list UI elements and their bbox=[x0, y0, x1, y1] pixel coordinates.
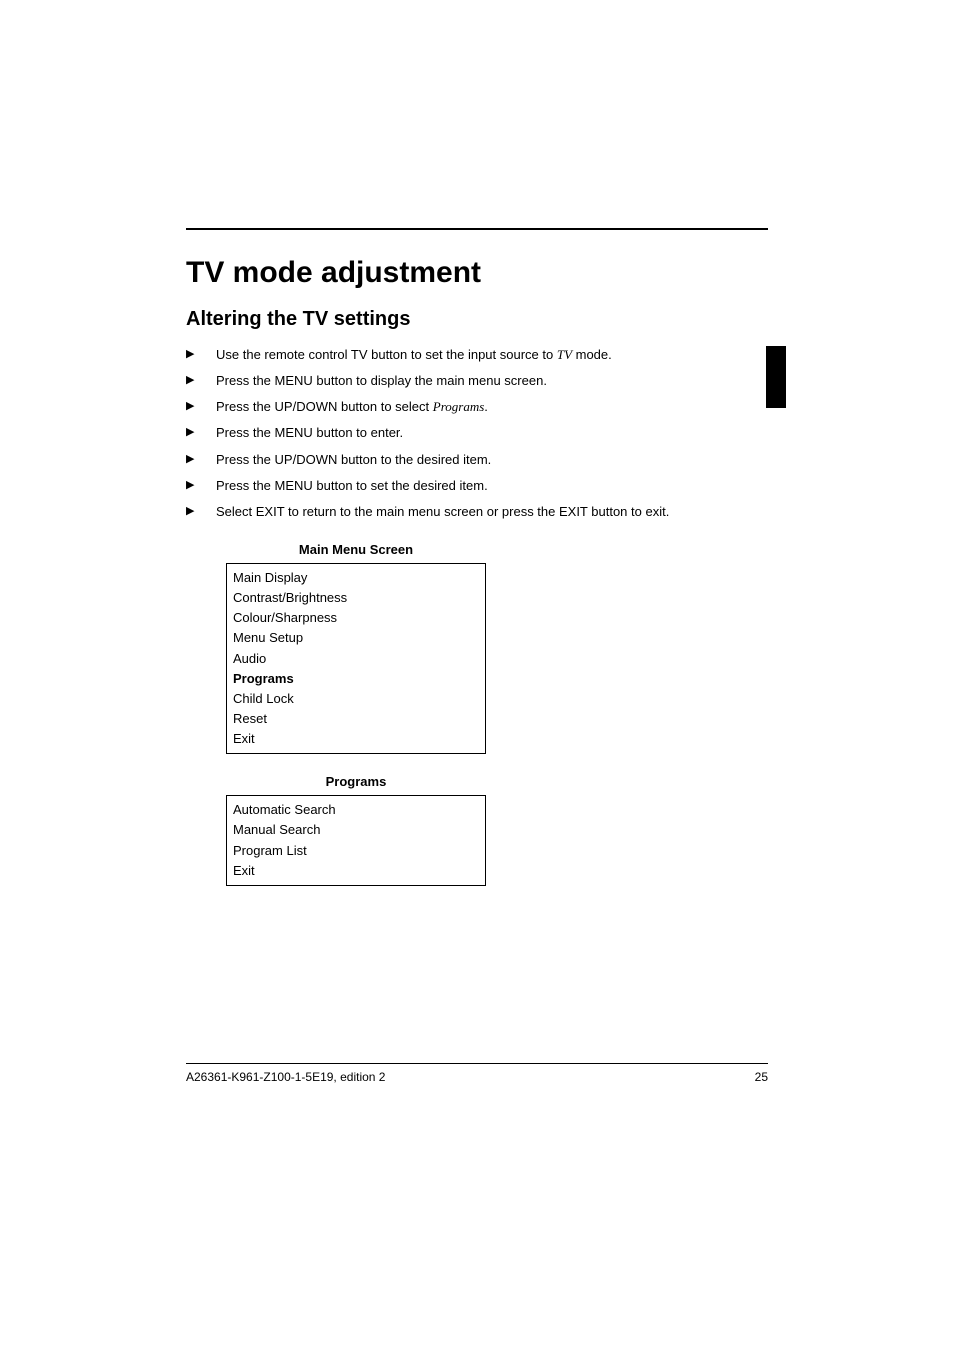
menu-item: Programs bbox=[233, 669, 479, 689]
play-bullet-icon: ▶ bbox=[186, 450, 216, 470]
page-footer: A26361-K961-Z100-1-5E19, edition 2 25 bbox=[186, 1070, 768, 1084]
play-bullet-icon: ▶ bbox=[186, 397, 216, 417]
section-heading: Altering the TV settings bbox=[186, 308, 768, 331]
step-item: ▶Use the remote control TV button to set… bbox=[186, 345, 768, 365]
menu-item: Automatic Search bbox=[233, 800, 479, 820]
footer-doc-id: A26361-K961-Z100-1-5E19, edition 2 bbox=[186, 1070, 385, 1084]
menu-item: Exit bbox=[233, 861, 479, 881]
play-bullet-icon: ▶ bbox=[186, 476, 216, 496]
step-item: ▶Press the MENU button to enter. bbox=[186, 423, 768, 443]
section-tab bbox=[766, 346, 786, 408]
footer-page-number: 25 bbox=[755, 1070, 768, 1084]
play-bullet-icon: ▶ bbox=[186, 423, 216, 443]
page-title: TV mode adjustment bbox=[186, 256, 768, 290]
menu-item: Program List bbox=[233, 841, 479, 861]
programs-menu-block: Programs Automatic SearchManual SearchPr… bbox=[226, 774, 486, 886]
step-item: ▶Press the MENU button to display the ma… bbox=[186, 371, 768, 391]
menu-item: Child Lock bbox=[233, 689, 479, 709]
step-item: ▶Press the MENU button to set the desire… bbox=[186, 476, 768, 496]
page: TV mode adjustment Altering the TV setti… bbox=[0, 0, 954, 1351]
step-text: Press the MENU button to enter. bbox=[216, 423, 768, 443]
step-text: Use the remote control TV button to set … bbox=[216, 345, 768, 365]
step-text: Select EXIT to return to the main menu s… bbox=[216, 502, 768, 522]
steps-list: ▶Use the remote control TV button to set… bbox=[186, 345, 768, 522]
step-text: Press the UP/DOWN button to the desired … bbox=[216, 450, 768, 470]
menu-item: Colour/Sharpness bbox=[233, 608, 479, 628]
step-item: ▶Press the UP/DOWN button to the desired… bbox=[186, 450, 768, 470]
step-text: Press the MENU button to display the mai… bbox=[216, 371, 768, 391]
main-menu-title: Main Menu Screen bbox=[226, 542, 486, 557]
menu-item: Main Display bbox=[233, 568, 479, 588]
play-bullet-icon: ▶ bbox=[186, 345, 216, 365]
programs-menu-box: Automatic SearchManual SearchProgram Lis… bbox=[226, 795, 486, 886]
step-item: ▶Press the UP/DOWN button to select Prog… bbox=[186, 397, 768, 417]
main-menu-box: Main DisplayContrast/BrightnessColour/Sh… bbox=[226, 563, 486, 754]
step-item: ▶Select EXIT to return to the main menu … bbox=[186, 502, 768, 522]
menu-item: Audio bbox=[233, 649, 479, 669]
step-text: Press the UP/DOWN button to select Progr… bbox=[216, 397, 768, 417]
main-menu-block: Main Menu Screen Main DisplayContrast/Br… bbox=[226, 542, 486, 754]
programs-menu-title: Programs bbox=[226, 774, 486, 789]
play-bullet-icon: ▶ bbox=[186, 371, 216, 391]
menu-item: Exit bbox=[233, 729, 479, 749]
menu-item: Reset bbox=[233, 709, 479, 729]
footer-rule bbox=[186, 1063, 768, 1064]
menu-item: Contrast/Brightness bbox=[233, 588, 479, 608]
header-rule bbox=[186, 228, 768, 230]
menu-item: Menu Setup bbox=[233, 628, 479, 648]
content-area: TV mode adjustment Altering the TV setti… bbox=[186, 256, 768, 886]
play-bullet-icon: ▶ bbox=[186, 502, 216, 522]
step-text: Press the MENU button to set the desired… bbox=[216, 476, 768, 496]
menu-item: Manual Search bbox=[233, 820, 479, 840]
